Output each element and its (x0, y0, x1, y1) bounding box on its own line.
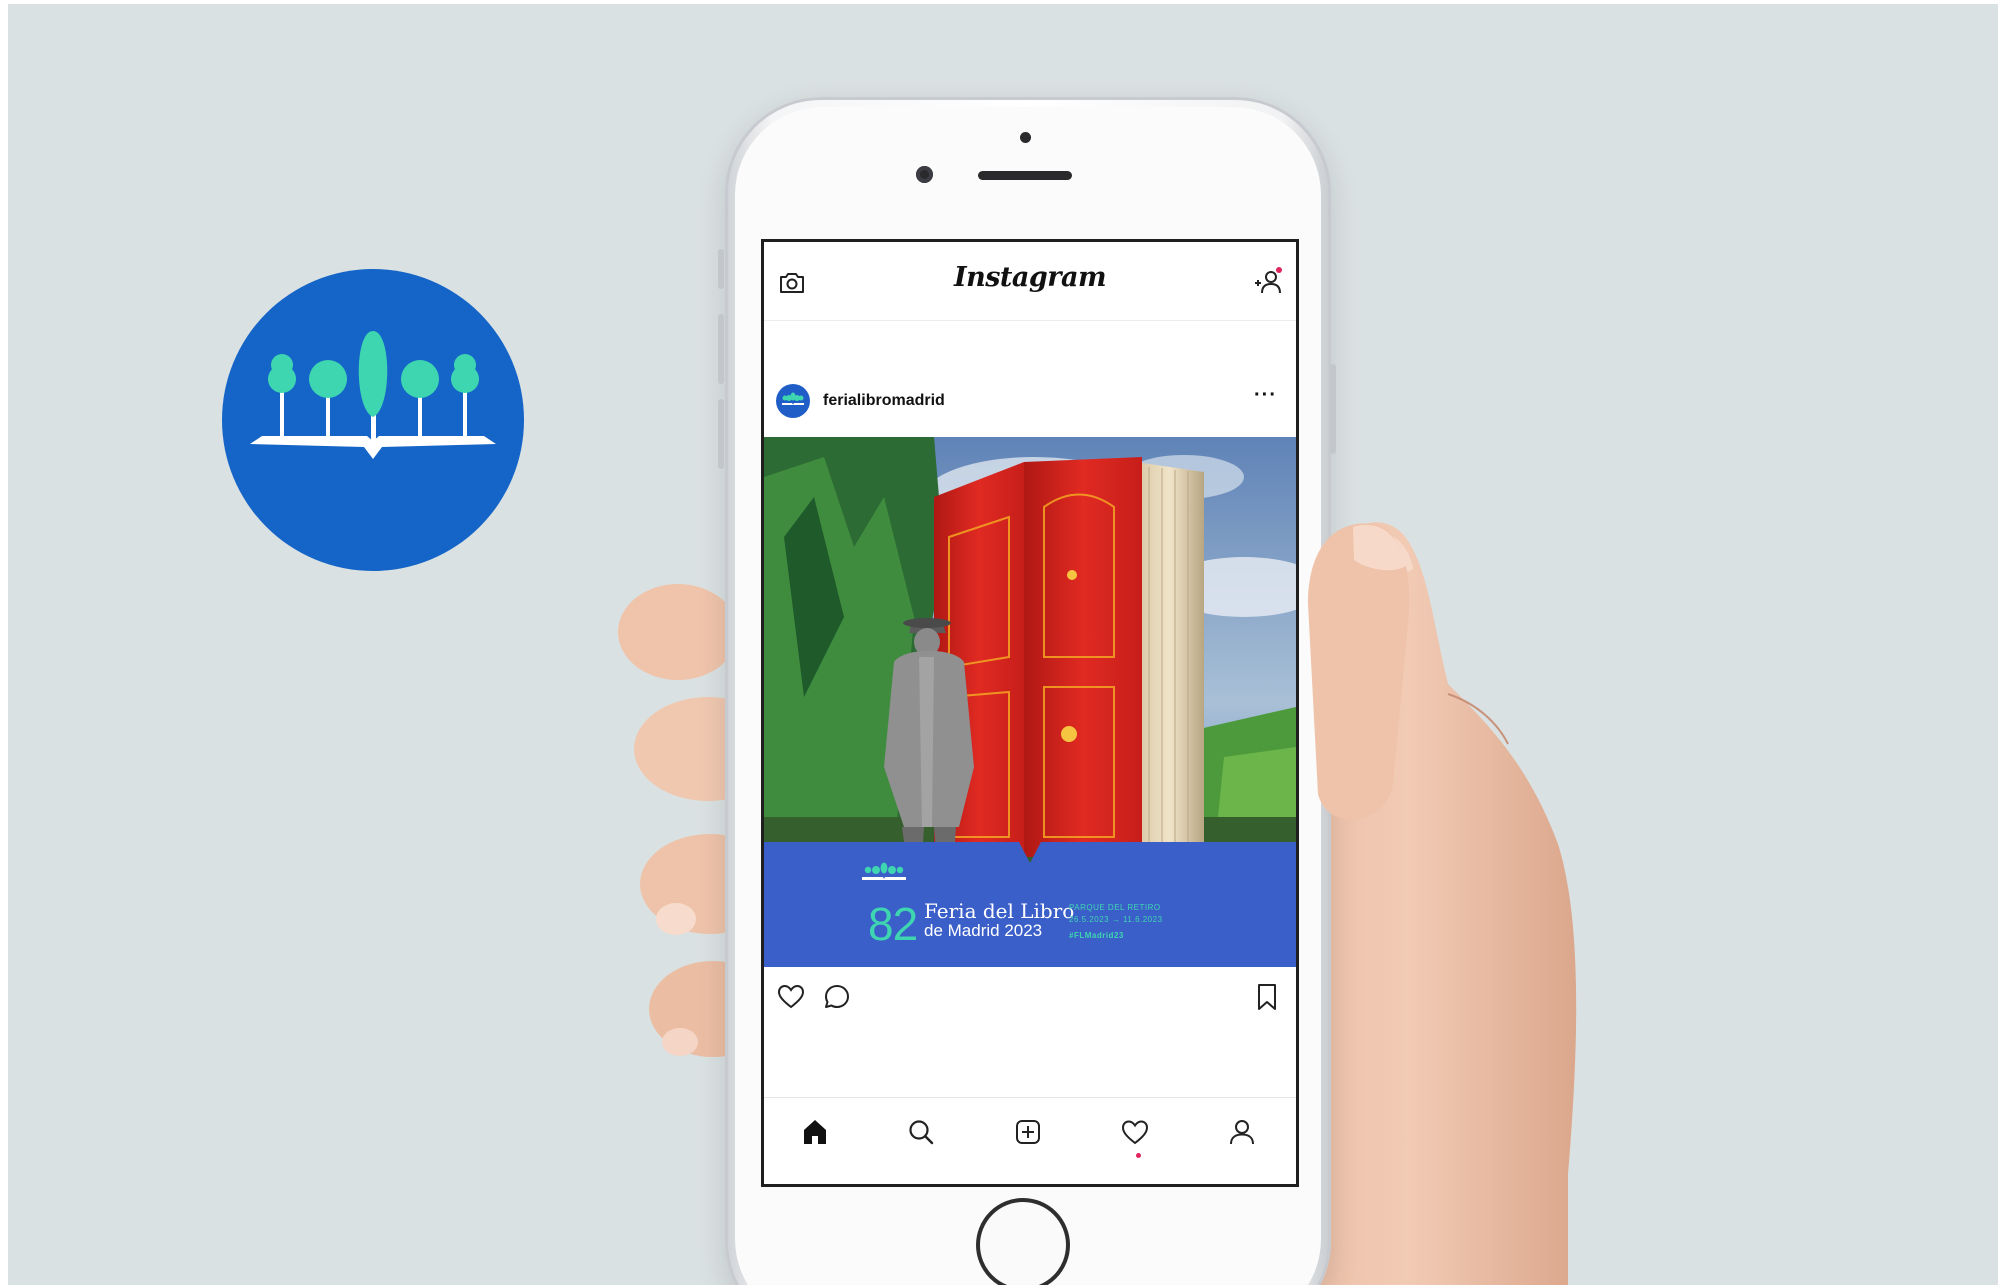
front-camera (916, 166, 933, 183)
profile-icon[interactable] (1226, 1116, 1258, 1148)
volume-down-button[interactable] (718, 399, 724, 469)
post-actions (764, 982, 1296, 1032)
banner-hashtag: #FLMadrid23 (1069, 931, 1124, 940)
comment-icon[interactable] (822, 982, 852, 1012)
add-post-icon[interactable] (1012, 1116, 1044, 1148)
earpiece-speaker (978, 171, 1072, 180)
home-icon[interactable] (799, 1116, 831, 1148)
mute-switch[interactable] (718, 249, 724, 289)
banner-venue: PARQUE DEL RETIRO (1069, 903, 1161, 912)
banner-edition-number: 82 (868, 898, 918, 950)
instagram-header: Instagram (764, 242, 1296, 321)
heart-icon[interactable] (776, 982, 806, 1012)
notification-dot (1136, 1153, 1141, 1158)
banner-title-line1: Feria del Libro (924, 899, 1075, 923)
add-user-icon[interactable] (1252, 266, 1284, 298)
proximity-sensor (1020, 132, 1031, 143)
feria-libro-avatar-icon (782, 392, 804, 405)
post-username[interactable]: ferialibromadrid (823, 392, 945, 410)
bottom-tab-bar (764, 1097, 1296, 1184)
post-image[interactable]: 82 Feria del Libro de Madrid 2023 PARQUE… (764, 437, 1296, 967)
banner-title-line2: de Madrid 2023 (924, 921, 1043, 940)
home-button[interactable] (976, 1198, 1070, 1285)
bookmark-icon[interactable] (1252, 982, 1282, 1012)
search-icon[interactable] (905, 1116, 937, 1148)
avatar[interactable] (776, 384, 810, 418)
phone-screen: Instagram ferialibromadrid ··· 82 Feria … (761, 239, 1299, 1187)
volume-up-button[interactable] (718, 314, 724, 384)
power-button[interactable] (1330, 364, 1336, 454)
activity-heart-icon[interactable] (1119, 1116, 1151, 1148)
more-options-icon[interactable]: ··· (1254, 384, 1277, 407)
app-title: Instagram (953, 262, 1107, 293)
background: Instagram ferialibromadrid ··· 82 Feria … (8, 4, 1998, 1285)
banner-dates: 26.5.2023 → 11.6.2023 (1069, 915, 1163, 924)
feria-poster-illustration (764, 437, 1296, 967)
post-header: ferialibromadrid ··· (764, 382, 1296, 432)
